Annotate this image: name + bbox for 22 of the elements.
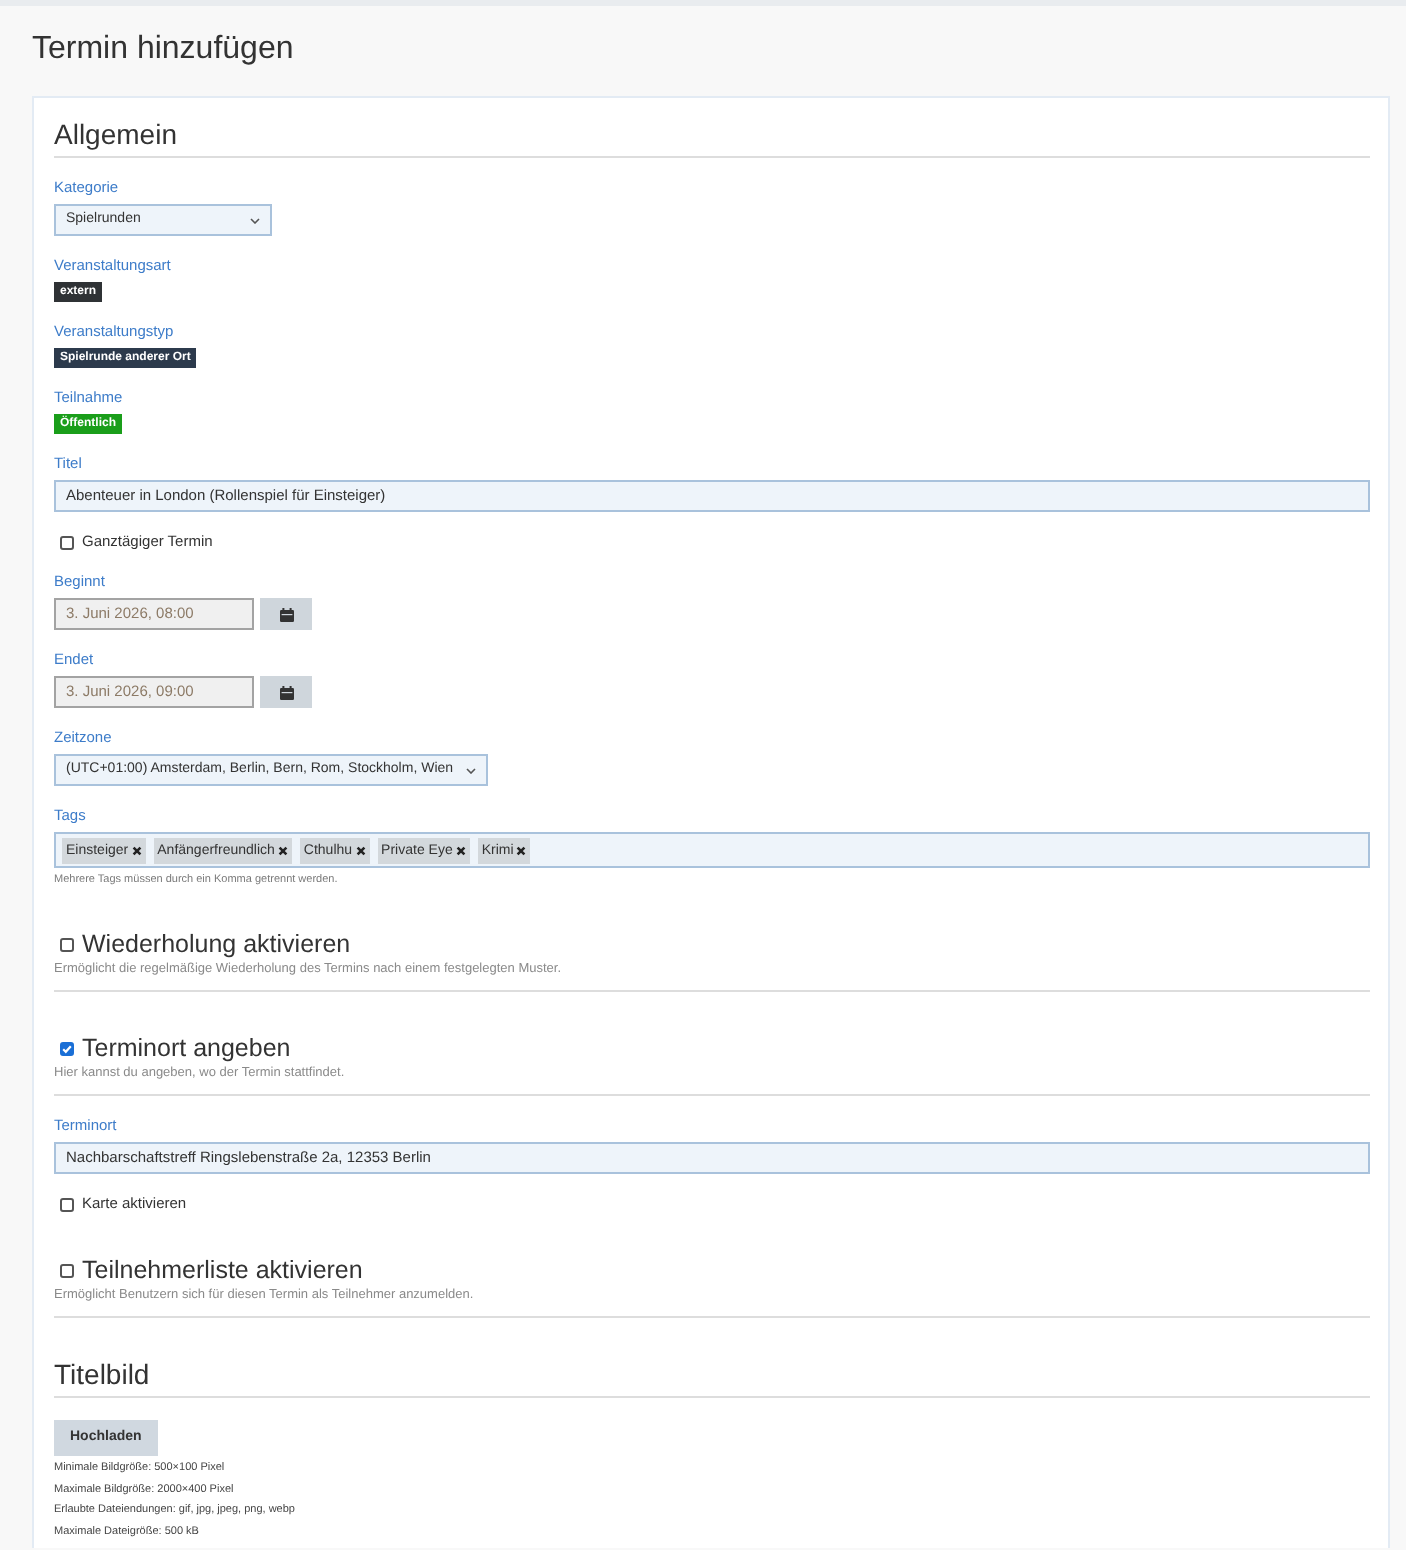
- chevron-down-icon: [250, 217, 260, 223]
- close-icon[interactable]: [277, 845, 288, 855]
- section-heading: Teilnehmerliste aktivieren: [82, 1254, 363, 1286]
- page-title: Termin hinzufügen: [32, 30, 296, 70]
- calendar-icon: [279, 607, 293, 621]
- close-icon[interactable]: [131, 845, 142, 855]
- checkbox[interactable]: [60, 1041, 74, 1055]
- section-heading: Allgemein: [54, 116, 179, 152]
- close-icon[interactable]: [355, 845, 366, 855]
- checkbox[interactable]: [60, 535, 74, 549]
- calendar-icon: [279, 685, 293, 699]
- checkbox[interactable]: [60, 1263, 74, 1277]
- chevron-down-icon: [465, 767, 476, 773]
- checkbox[interactable]: [60, 937, 74, 951]
- section-heading: Wiederholung aktivieren: [82, 928, 351, 960]
- calendar-button[interactable]: [260, 676, 312, 708]
- section-heading: Terminort angeben: [82, 1032, 291, 1064]
- section-heading: Titelbild: [54, 1356, 152, 1392]
- close-icon[interactable]: [455, 845, 466, 855]
- close-icon[interactable]: [516, 845, 527, 855]
- checkbox[interactable]: [60, 1197, 74, 1211]
- calendar-button[interactable]: [260, 598, 312, 630]
